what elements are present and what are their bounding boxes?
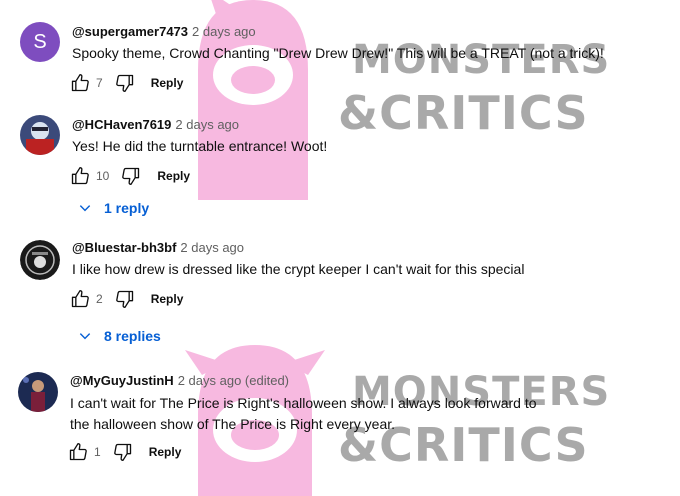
replies-label: 1 reply	[104, 200, 150, 216]
reply-button[interactable]: Reply	[151, 76, 184, 90]
comment-time[interactable]: 2 days ago	[180, 240, 244, 255]
reply-button[interactable]: Reply	[157, 169, 190, 183]
comment-time[interactable]: 2 days ago	[175, 117, 239, 132]
comment-text: Spooky theme, Crowd Chanting "Drew Drew …	[72, 45, 604, 61]
watermark-text-top-2: &CRITICS	[338, 86, 589, 140]
comment-author[interactable]: @MyGuyJustinH	[70, 373, 174, 388]
comment-author[interactable]: @supergamer7473	[72, 24, 188, 39]
like-count: 7	[96, 76, 103, 90]
comment-time[interactable]: 2 days ago (edited)	[178, 373, 289, 388]
like-count: 10	[96, 169, 110, 183]
like-icon[interactable]	[70, 289, 90, 309]
like-icon[interactable]	[70, 166, 90, 186]
view-replies-button[interactable]: 1 reply	[78, 200, 149, 216]
chevron-down-icon	[79, 205, 91, 212]
chevron-down-icon	[79, 333, 91, 340]
comment-text: I like how drew is dressed like the cryp…	[72, 261, 525, 277]
comment-author[interactable]: @Bluestar-bh3bf	[72, 240, 176, 255]
like-count: 1	[94, 445, 101, 459]
dislike-icon[interactable]	[115, 73, 135, 93]
dislike-icon[interactable]	[121, 166, 141, 186]
avatar[interactable]: S	[20, 22, 60, 62]
dislike-icon[interactable]	[113, 442, 133, 462]
reply-button[interactable]: Reply	[151, 292, 184, 306]
comment-text: Yes! He did the turntable entrance! Woot…	[72, 138, 328, 154]
avatar[interactable]	[20, 115, 60, 155]
comment-author[interactable]: @HCHaven7619	[72, 117, 171, 132]
reply-button[interactable]: Reply	[149, 445, 182, 459]
avatar[interactable]	[20, 240, 60, 280]
like-icon[interactable]	[70, 73, 90, 93]
avatar[interactable]	[18, 372, 58, 412]
view-replies-button[interactable]: 8 replies	[78, 328, 161, 344]
replies-label: 8 replies	[104, 328, 161, 344]
comment-text: I can't wait for The Price is Right's ha…	[70, 395, 537, 432]
dislike-icon[interactable]	[115, 289, 135, 309]
like-count: 2	[96, 292, 103, 306]
like-icon[interactable]	[68, 442, 88, 462]
comment-time[interactable]: 2 days ago	[192, 24, 256, 39]
